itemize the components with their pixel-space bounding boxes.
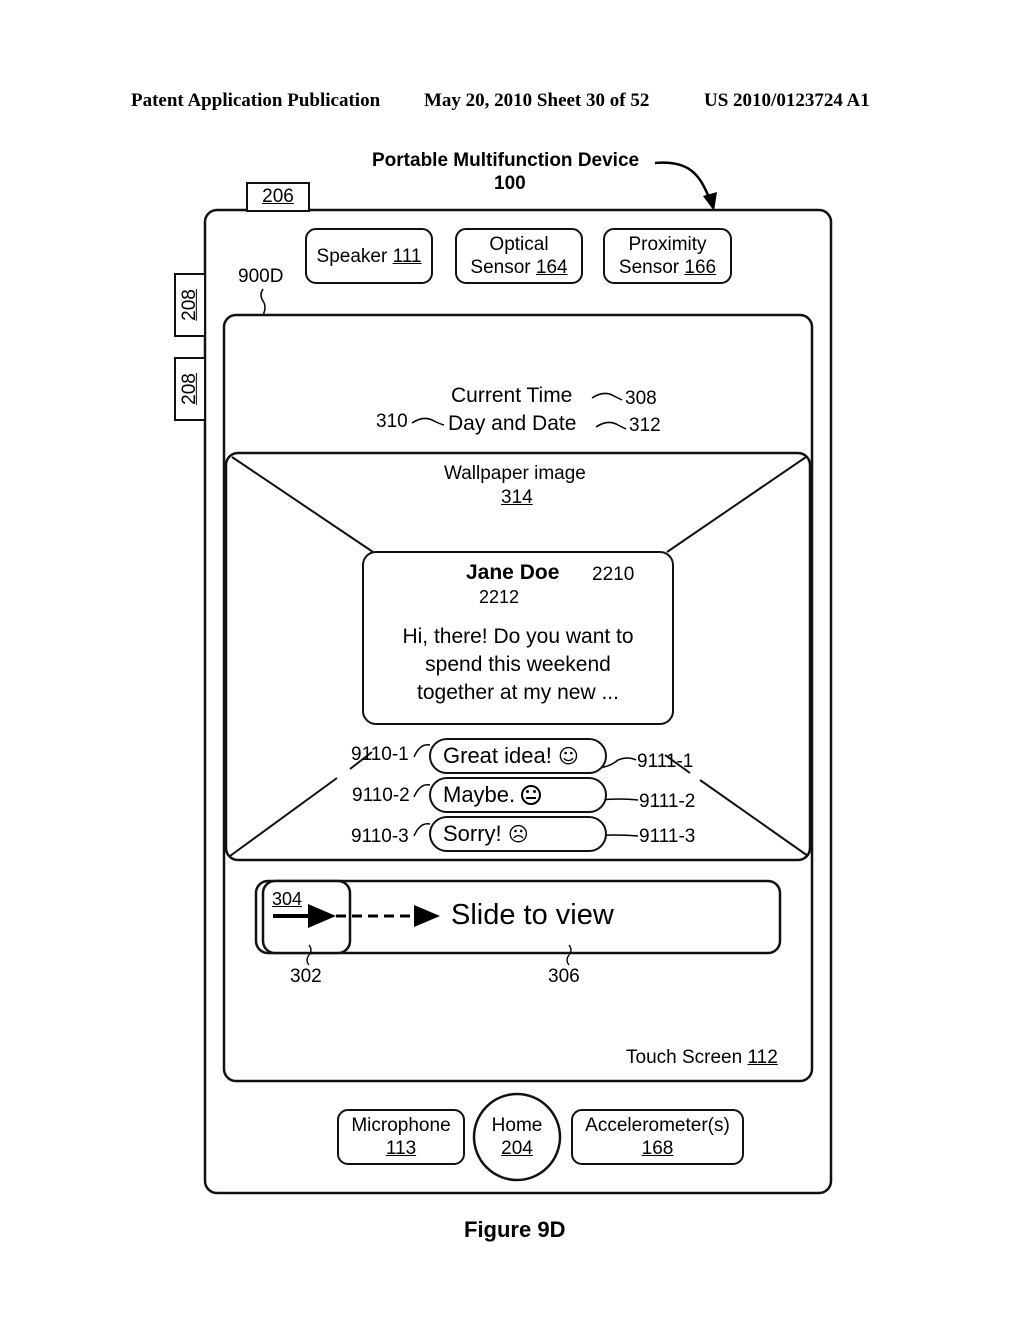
home-ref: 204 xyxy=(501,1138,533,1159)
wallpaper-label: Wallpaper image xyxy=(444,463,586,484)
reply-ref-left-1: 9110-1 xyxy=(351,744,409,765)
side-button-ref: 208 xyxy=(179,373,201,405)
current-time-ref: 308 xyxy=(625,388,657,409)
optical-sensor-component: Optical Sensor 164 xyxy=(455,228,583,284)
home-label: Home xyxy=(491,1115,543,1136)
slide-image-ref: 302 xyxy=(290,966,322,987)
screen-ref: 900D xyxy=(238,266,284,287)
reply-text: Sorry! xyxy=(443,821,502,846)
message-body-ref: 2212 xyxy=(479,587,520,607)
day-and-date-ref: 312 xyxy=(629,415,661,436)
microphone-ref: 113 xyxy=(385,1138,417,1159)
reply-ref-left-2: 9110-2 xyxy=(352,785,410,806)
device-pointer-arrowhead xyxy=(703,192,717,211)
microphone-component: Microphone 113 xyxy=(337,1109,465,1165)
wallpaper-ref: 314 xyxy=(501,487,533,508)
top-button[interactable]: 206 xyxy=(246,182,310,212)
proximity-sensor-label2: Sensor xyxy=(618,257,680,278)
accelerometer-component: Accelerometer(s) 168 xyxy=(571,1109,744,1165)
optical-sensor-ref: 164 xyxy=(535,257,568,278)
reply-text: Maybe. xyxy=(443,782,516,807)
reply-option-maybe[interactable]: Maybe. xyxy=(429,777,607,813)
device-pointer-line xyxy=(654,161,712,201)
message-line: together at my new ... xyxy=(417,681,619,704)
current-time: Current Time xyxy=(451,384,573,407)
accelerometer-label: Accelerometer(s) xyxy=(585,1115,730,1136)
accelerometer-ref: 168 xyxy=(641,1138,674,1159)
message-body: Hi, there! Do you want to spend this wee… xyxy=(362,623,674,707)
reply-option-sorry[interactable]: Sorry! ☹ xyxy=(429,816,607,852)
figure-caption: Figure 9D xyxy=(464,1217,566,1242)
reply-ref-right-2: 9111-2 xyxy=(639,791,696,812)
slide-channel-ref: 306 xyxy=(548,966,580,987)
optical-sensor-label2: Sensor xyxy=(470,257,531,278)
side-button-2[interactable]: 208 xyxy=(174,357,206,421)
speaker-label: Speaker xyxy=(316,245,388,267)
smiley-neutral-icon xyxy=(521,785,542,805)
day-and-date: Day and Date xyxy=(448,412,577,435)
slide-handle-ref: 304 xyxy=(272,889,303,909)
reply-ref-left-3: 9110-3 xyxy=(351,826,409,847)
side-button-1[interactable]: 208 xyxy=(174,273,206,337)
proximity-sensor-component: Proximity Sensor 166 xyxy=(603,228,732,284)
time-date-group-ref: 310 xyxy=(376,411,408,432)
optical-sensor-label: Optical xyxy=(489,234,549,255)
slide-to-view-label: Slide to view xyxy=(451,899,614,931)
top-button-ref: 206 xyxy=(262,186,294,207)
touch-screen-ref: 112 xyxy=(747,1047,778,1068)
message-line: spend this weekend xyxy=(425,653,611,676)
message-line: Hi, there! Do you want to xyxy=(402,625,634,648)
microphone-label: Microphone xyxy=(351,1115,451,1136)
proximity-sensor-ref: 166 xyxy=(684,257,717,278)
reply-option-great-idea[interactable]: Great idea! ☺ xyxy=(429,738,607,774)
touch-screen-label: Touch Screen 112 xyxy=(626,1047,778,1069)
home-button[interactable]: Home 204 xyxy=(474,1094,560,1180)
reply-text: Great idea! xyxy=(443,743,552,768)
touch-screen-text: Touch Screen xyxy=(626,1047,743,1068)
speaker-ref: 111 xyxy=(392,245,422,267)
speaker-component: Speaker 111 xyxy=(305,228,433,284)
smiley-happy-icon: ☺ xyxy=(557,744,579,768)
message-sender: Jane Doe xyxy=(466,561,560,584)
reply-ref-right-1: 9111-1 xyxy=(637,751,694,772)
proximity-sensor-label: Proximity xyxy=(628,234,707,255)
side-button-ref: 208 xyxy=(179,289,201,321)
message-sender-ref: 2210 xyxy=(592,564,635,585)
smiley-sad-icon: ☹ xyxy=(507,822,529,846)
reply-ref-right-3: 9111-3 xyxy=(639,826,696,847)
